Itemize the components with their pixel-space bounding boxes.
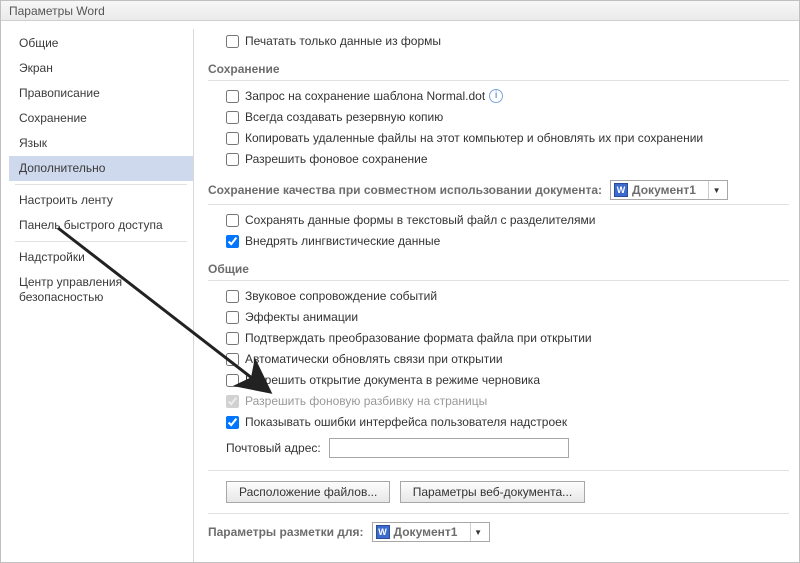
update-links-row: Автоматически обновлять связи при открыт… [208, 350, 789, 368]
allow-draft-checkbox[interactable] [226, 374, 239, 387]
sidebar-item-quick-access[interactable]: Панель быстрого доступа [9, 213, 193, 238]
create-backup-checkbox[interactable] [226, 111, 239, 124]
sidebar-item-display[interactable]: Экран [9, 56, 193, 81]
mailing-address-label: Почтовый адрес: [226, 441, 321, 455]
update-links-label: Автоматически обновлять связи при открыт… [245, 352, 503, 366]
copy-remote-label: Копировать удаленные файлы на этот компь… [245, 131, 703, 145]
update-links-checkbox[interactable] [226, 353, 239, 366]
allow-bg-pagination-row: Разрешить фоновую разбивку на страницы [208, 392, 789, 410]
confirm-convert-row: Подтверждать преобразование формата файл… [208, 329, 789, 347]
embed-linguistic-checkbox[interactable] [226, 235, 239, 248]
prompt-normal-checkbox[interactable] [226, 90, 239, 103]
allow-bg-pagination-label: Разрешить фоновую разбивку на страницы [245, 394, 487, 408]
options-content: Печатать только данные из формы Сохранен… [194, 29, 799, 562]
copy-remote-row: Копировать удаленные файлы на этот компь… [208, 129, 789, 147]
save-form-data-row: Сохранять данные формы в текстовый файл … [208, 211, 789, 229]
allow-bg-save-checkbox[interactable] [226, 153, 239, 166]
sidebar-item-customize-ribbon[interactable]: Настроить ленту [9, 188, 193, 213]
mailing-address-input[interactable] [329, 438, 569, 458]
prompt-normal-label: Запрос на сохранение шаблона Normal.dot [245, 89, 485, 103]
sidebar-separator [15, 241, 187, 242]
layout-doc-combo-text: Документ1 [394, 525, 464, 539]
sidebar-item-language[interactable]: Язык [9, 131, 193, 156]
sidebar-item-addins[interactable]: Надстройки [9, 245, 193, 270]
sidebar-item-trust-center[interactable]: Центр управления безопасностью [9, 270, 193, 310]
print-form-data-only-checkbox[interactable] [226, 35, 239, 48]
embed-linguistic-label: Внедрять лингвистические данные [245, 234, 440, 248]
allow-draft-label: Разрешить открытие документа в режиме че… [245, 373, 540, 387]
fidelity-doc-combo[interactable]: W Документ1 ▼ [610, 180, 728, 200]
sidebar-item-advanced[interactable]: Дополнительно [9, 156, 193, 181]
sidebar-separator [15, 184, 187, 185]
sound-feedback-label: Звуковое сопровождение событий [245, 289, 437, 303]
show-addin-errors-checkbox[interactable] [226, 416, 239, 429]
animation-checkbox[interactable] [226, 311, 239, 324]
create-backup-row: Всегда создавать резервную копию [208, 108, 789, 126]
word-options-dialog: Параметры Word Общие Экран Правописание … [0, 0, 800, 563]
print-form-data-only-label: Печатать только данные из формы [245, 34, 441, 48]
allow-draft-row: Разрешить открытие документа в режиме че… [208, 371, 789, 389]
word-doc-icon: W [614, 183, 628, 197]
fidelity-section-header: Сохранение качества при совместном испол… [208, 174, 789, 205]
allow-bg-pagination-checkbox [226, 395, 239, 408]
web-options-button[interactable]: Параметры веб-документа... [400, 481, 585, 503]
show-addin-errors-row: Показывать ошибки интерфейса пользовател… [208, 413, 789, 431]
confirm-convert-checkbox[interactable] [226, 332, 239, 345]
fidelity-doc-combo-text: Документ1 [632, 183, 702, 197]
general-buttons-row: Расположение файлов... Параметры веб-док… [208, 470, 789, 507]
animation-row: Эффекты анимации [208, 308, 789, 326]
save-section-header: Сохранение [208, 56, 789, 81]
layout-doc-combo[interactable]: W Документ1 ▼ [372, 522, 490, 542]
allow-bg-save-row: Разрешить фоновое сохранение [208, 150, 789, 168]
allow-bg-save-label: Разрешить фоновое сохранение [245, 152, 428, 166]
sound-feedback-row: Звуковое сопровождение событий [208, 287, 789, 305]
chevron-down-icon: ▼ [470, 523, 486, 541]
print-form-data-only-row: Печатать только данные из формы [208, 32, 789, 50]
layout-section-header: Параметры разметки для: W Документ1 ▼ [208, 513, 789, 542]
dialog-title: Параметры Word [1, 1, 799, 21]
info-icon[interactable]: i [489, 89, 503, 103]
show-addin-errors-label: Показывать ошибки интерфейса пользовател… [245, 415, 567, 429]
mailing-address-row: Почтовый адрес: [208, 434, 789, 462]
file-locations-button[interactable]: Расположение файлов... [226, 481, 390, 503]
chevron-down-icon: ▼ [708, 181, 724, 199]
sidebar-item-general[interactable]: Общие [9, 31, 193, 56]
animation-label: Эффекты анимации [245, 310, 358, 324]
general-section-header: Общие [208, 256, 789, 281]
sidebar-nav: Общие Экран Правописание Сохранение Язык… [9, 29, 194, 562]
word-doc-icon: W [376, 525, 390, 539]
dialog-body: Общие Экран Правописание Сохранение Язык… [1, 21, 799, 562]
sidebar-item-proofing[interactable]: Правописание [9, 81, 193, 106]
sound-feedback-checkbox[interactable] [226, 290, 239, 303]
confirm-convert-label: Подтверждать преобразование формата файл… [245, 331, 592, 345]
embed-linguistic-row: Внедрять лингвистические данные [208, 232, 789, 250]
prompt-normal-row: Запрос на сохранение шаблона Normal.dot … [208, 87, 789, 105]
save-form-data-checkbox[interactable] [226, 214, 239, 227]
copy-remote-checkbox[interactable] [226, 132, 239, 145]
create-backup-label: Всегда создавать резервную копию [245, 110, 443, 124]
sidebar-item-save[interactable]: Сохранение [9, 106, 193, 131]
save-form-data-label: Сохранять данные формы в текстовый файл … [245, 213, 595, 227]
